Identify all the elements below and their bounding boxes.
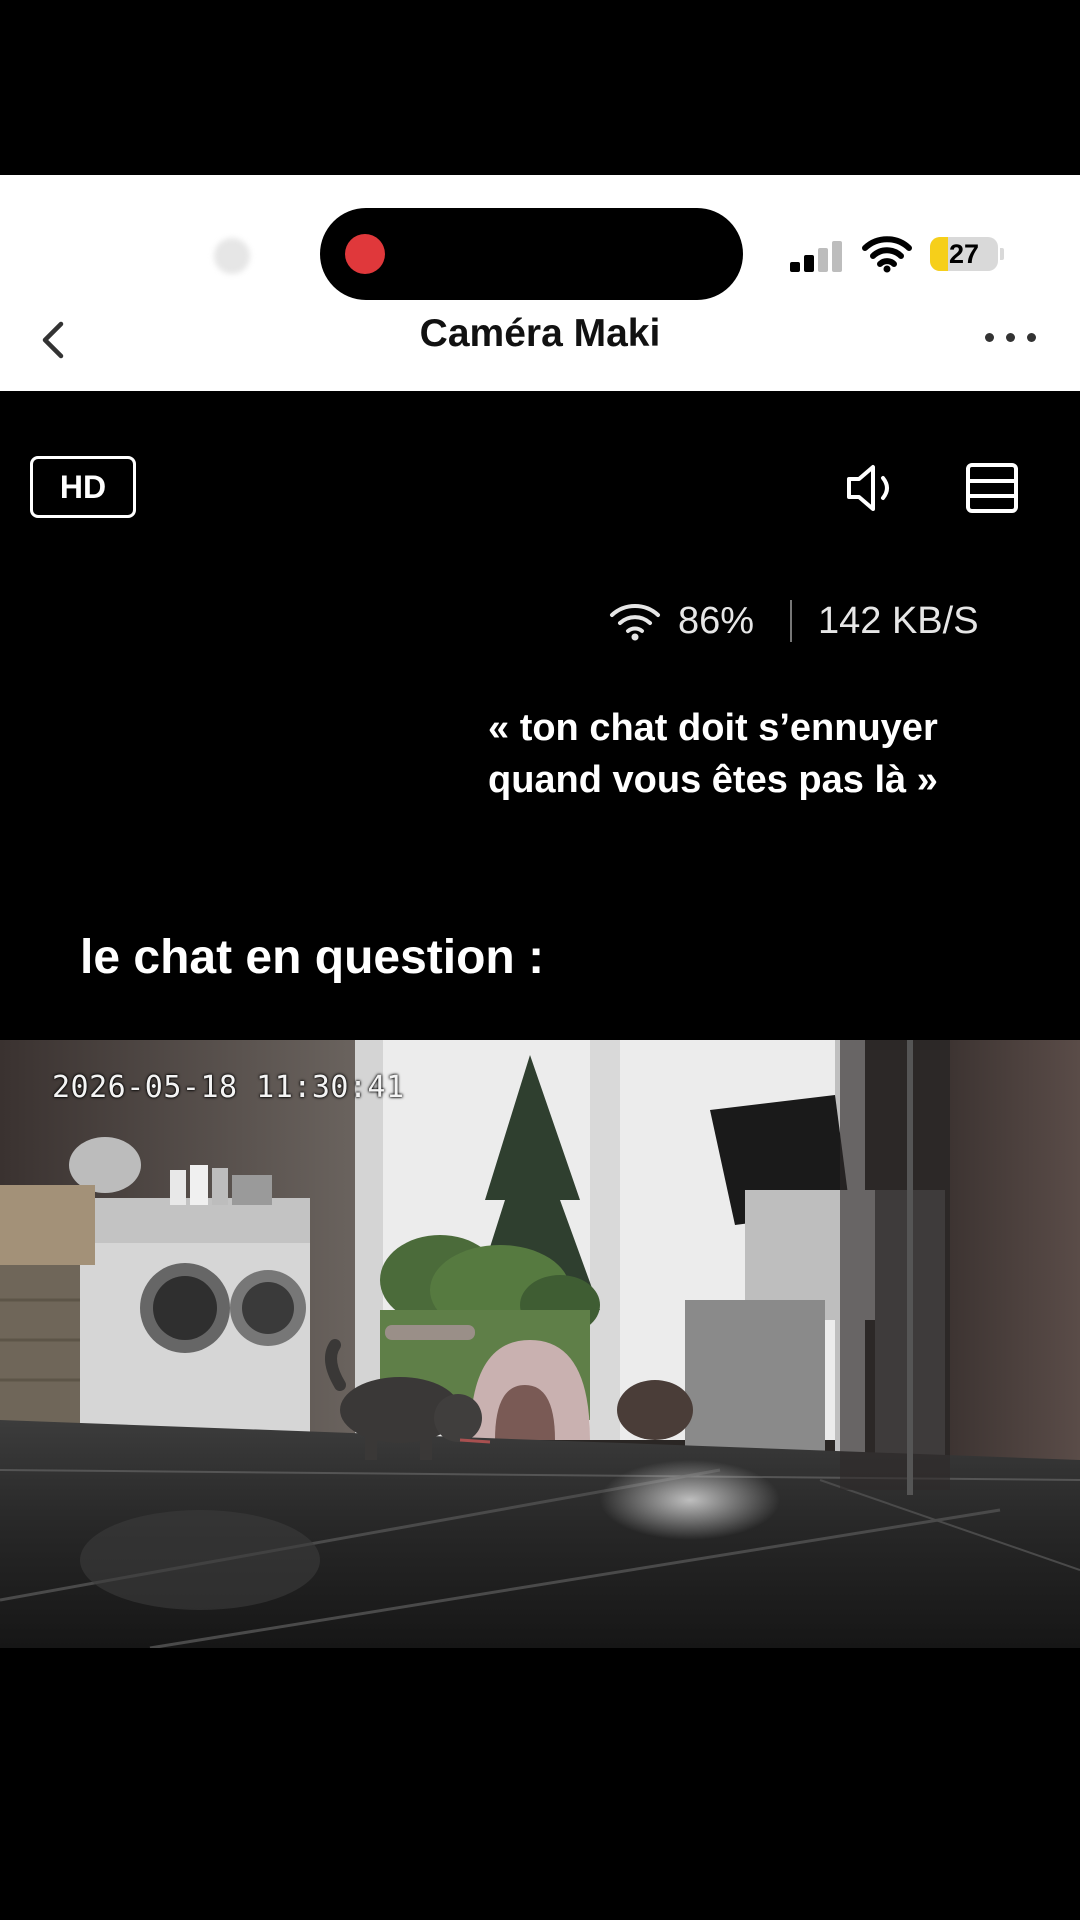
hd-quality-button[interactable]: HD xyxy=(30,456,136,518)
bitrate-readout: 142 KB/S xyxy=(818,600,979,642)
speaker-icon[interactable] xyxy=(845,462,901,514)
wifi-signal-icon xyxy=(610,604,660,641)
page-title: Caméra Maki xyxy=(419,312,661,355)
signal-bar xyxy=(790,262,800,272)
camera-feed[interactable] xyxy=(0,1040,1080,1648)
cellular-signal-icon xyxy=(790,240,846,272)
back-button[interactable] xyxy=(30,310,76,370)
divider xyxy=(790,600,792,642)
battery-cap xyxy=(1000,248,1004,260)
signal-bar xyxy=(804,255,814,272)
status-time: 11:30 xyxy=(88,232,199,279)
list-view-icon[interactable] xyxy=(965,462,1019,514)
wifi-icon xyxy=(862,236,912,273)
caption-text: le chat en question : xyxy=(80,931,545,984)
battery-icon: 27 xyxy=(930,237,998,271)
quote-text: « ton chat doit s’ennuyer quand vous ête… xyxy=(488,707,938,801)
feed-timestamp: 2026-05-18 11:30:41 xyxy=(52,1070,405,1105)
recording-indicator-icon xyxy=(345,234,385,274)
status-activity-indicator xyxy=(214,238,250,274)
signal-strength: 86% xyxy=(678,600,755,642)
signal-bar xyxy=(832,241,842,272)
battery-level: 27 xyxy=(948,239,980,269)
more-options-button[interactable] xyxy=(985,322,1037,352)
signal-bar xyxy=(818,248,828,272)
